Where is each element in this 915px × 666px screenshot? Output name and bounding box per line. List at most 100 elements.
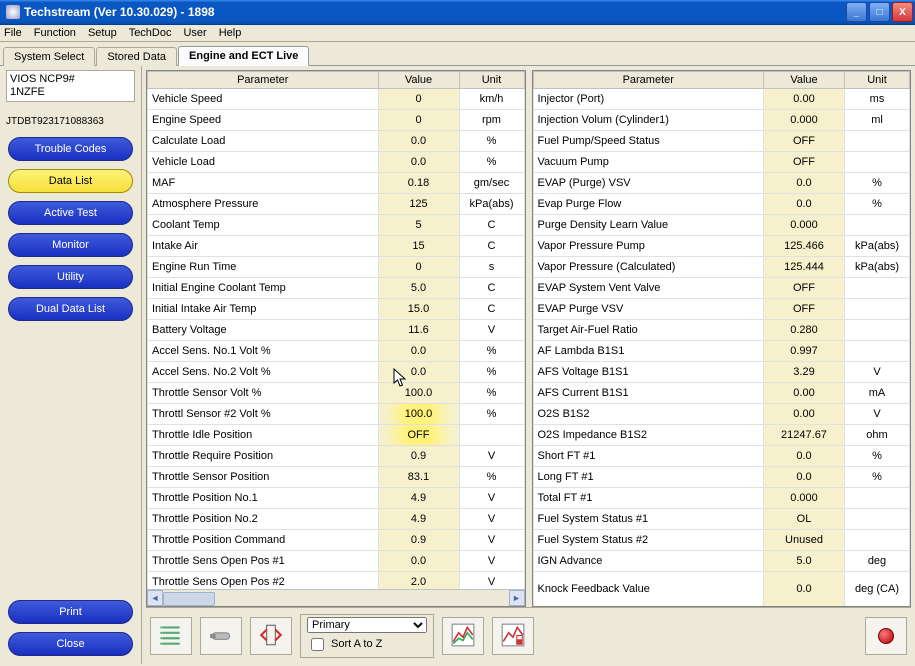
unit-cell: C: [459, 236, 524, 257]
close-button[interactable]: X: [892, 2, 913, 22]
maximize-button[interactable]: □: [869, 2, 890, 22]
table-row[interactable]: AFS Current B1S10.00mA: [533, 383, 910, 404]
table-row[interactable]: Initial Intake Air Temp15.0C: [148, 299, 525, 320]
table-row[interactable]: Coolant Temp5C: [148, 215, 525, 236]
table-row[interactable]: Evap Purge Flow0.0%: [533, 194, 910, 215]
col-unit[interactable]: Unit: [459, 72, 524, 89]
table-row[interactable]: Short FT #10.0%: [533, 446, 910, 467]
table-row[interactable]: Initial Engine Coolant Temp5.0C: [148, 278, 525, 299]
value-cell: 0.9: [378, 530, 459, 551]
table-row[interactable]: MAF0.18gm/sec: [148, 173, 525, 194]
value-cell: 2.0: [378, 572, 459, 590]
table-row[interactable]: Engine Run Time0s: [148, 257, 525, 278]
active-test-button[interactable]: Active Test: [8, 201, 133, 225]
table-row[interactable]: EVAP (Purge) VSV0.0%: [533, 173, 910, 194]
table-row[interactable]: Intake Air15C: [148, 236, 525, 257]
col-parameter[interactable]: Parameter: [148, 72, 379, 89]
table-row[interactable]: EVAP Purge VSVOFF: [533, 299, 910, 320]
monitor-button[interactable]: Monitor: [8, 233, 133, 257]
value-cell: 0.00: [764, 383, 845, 404]
table-row[interactable]: Throttle Position No.24.9V: [148, 509, 525, 530]
close-panel-button[interactable]: Close: [8, 632, 133, 656]
config-button[interactable]: [200, 617, 242, 655]
menu-function[interactable]: Function: [34, 27, 76, 39]
table-row[interactable]: Vehicle Speed0km/h: [148, 89, 525, 110]
value-cell: Unused: [764, 530, 845, 551]
table-row[interactable]: Long FT #10.0%: [533, 467, 910, 488]
scroll-left-icon[interactable]: ◄: [147, 590, 163, 606]
table-row[interactable]: AFS Voltage B1S13.29V: [533, 362, 910, 383]
tab-engine-ect-live[interactable]: Engine and ECT Live: [178, 46, 309, 66]
table-row[interactable]: IGN Advance5.0deg: [533, 551, 910, 572]
table-row[interactable]: Atmosphere Pressure125kPa(abs): [148, 194, 525, 215]
table-row[interactable]: Fuel System Status #2Unused: [533, 530, 910, 551]
unit-cell: V: [459, 509, 524, 530]
graph2-button[interactable]: [492, 617, 534, 655]
value-cell: 4.9: [378, 488, 459, 509]
table-row[interactable]: Purge Density Learn Value0.000: [533, 215, 910, 236]
unit-cell: %: [845, 173, 910, 194]
table-row[interactable]: Throttl Sensor #2 Volt %100.0%: [148, 404, 525, 425]
param-cell: Vacuum Pump: [533, 152, 764, 173]
left-scrollbar[interactable]: ◄ ►: [147, 589, 525, 606]
table-row[interactable]: Throttle Position No.14.9V: [148, 488, 525, 509]
table-row[interactable]: Knock Feedback Value0.0deg (CA): [533, 572, 910, 607]
sort-checkbox[interactable]: [311, 638, 324, 651]
dual-data-list-button[interactable]: Dual Data List: [8, 297, 133, 321]
table-row[interactable]: Accel Sens. No.2 Volt %0.0%: [148, 362, 525, 383]
data-list-button[interactable]: Data List: [8, 169, 133, 193]
table-row[interactable]: Total FT #10.000: [533, 488, 910, 509]
table-row[interactable]: Vacuum PumpOFF: [533, 152, 910, 173]
menu-help[interactable]: Help: [219, 27, 242, 39]
table-row[interactable]: Vehicle Load0.0%: [148, 152, 525, 173]
table-row[interactable]: Throttle Idle PositionOFF: [148, 425, 525, 446]
value-cell: 125: [378, 194, 459, 215]
minimize-button[interactable]: _: [846, 2, 867, 22]
expand-button[interactable]: [250, 617, 292, 655]
table-row[interactable]: Fuel System Status #1OL: [533, 509, 910, 530]
tab-system-select[interactable]: System Select: [3, 47, 95, 66]
value-cell: 0.0: [764, 467, 845, 488]
tab-stored-data[interactable]: Stored Data: [96, 47, 177, 66]
menu-setup[interactable]: Setup: [88, 27, 117, 39]
sort-checkbox-label[interactable]: Sort A to Z: [307, 635, 427, 654]
menu-file[interactable]: File: [4, 27, 22, 39]
table-row[interactable]: Throttle Sensor Volt %100.0%: [148, 383, 525, 404]
menu-techdoc[interactable]: TechDoc: [129, 27, 172, 39]
table-row[interactable]: Vapor Pressure (Calculated)125.444kPa(ab…: [533, 257, 910, 278]
unit-cell: [845, 278, 910, 299]
table-row[interactable]: Vapor Pressure Pump125.466kPa(abs): [533, 236, 910, 257]
table-row[interactable]: Injector (Port)0.00ms: [533, 89, 910, 110]
record-button[interactable]: [865, 617, 907, 655]
scroll-right-icon[interactable]: ►: [509, 590, 525, 606]
table-row[interactable]: Fuel Pump/Speed StatusOFF: [533, 131, 910, 152]
table-row[interactable]: EVAP System Vent ValveOFF: [533, 278, 910, 299]
table-row[interactable]: Engine Speed0rpm: [148, 110, 525, 131]
table-row[interactable]: Target Air-Fuel Ratio0.280: [533, 320, 910, 341]
menu-user[interactable]: User: [183, 27, 206, 39]
table-row[interactable]: Calculate Load0.0%: [148, 131, 525, 152]
utility-button[interactable]: Utility: [8, 265, 133, 289]
col-value-r[interactable]: Value: [764, 72, 845, 89]
table-row[interactable]: AF Lambda B1S10.997: [533, 341, 910, 362]
table-row[interactable]: Battery Voltage11.6V: [148, 320, 525, 341]
table-row[interactable]: O2S Impedance B1S221247.67ohm: [533, 425, 910, 446]
table-row[interactable]: Accel Sens. No.1 Volt %0.0%: [148, 341, 525, 362]
table-row[interactable]: O2S B1S20.00V: [533, 404, 910, 425]
col-unit-r[interactable]: Unit: [845, 72, 910, 89]
graph1-button[interactable]: [442, 617, 484, 655]
col-parameter-r[interactable]: Parameter: [533, 72, 764, 89]
trouble-codes-button[interactable]: Trouble Codes: [8, 137, 133, 161]
table-row[interactable]: Throttle Sens Open Pos #22.0V: [148, 572, 525, 590]
value-cell: OFF: [764, 299, 845, 320]
table-row[interactable]: Throttle Sens Open Pos #10.0V: [148, 551, 525, 572]
table-row[interactable]: Throttle Position Command0.9V: [148, 530, 525, 551]
list-view-button[interactable]: [150, 617, 192, 655]
primary-select[interactable]: Primary: [307, 617, 427, 633]
table-row[interactable]: Throttle Sensor Position83.1%: [148, 467, 525, 488]
value-cell: 0.0: [378, 152, 459, 173]
table-row[interactable]: Throttle Require Position0.9V: [148, 446, 525, 467]
print-button[interactable]: Print: [8, 600, 133, 624]
col-value[interactable]: Value: [378, 72, 459, 89]
table-row[interactable]: Injection Volum (Cylinder1)0.000ml: [533, 110, 910, 131]
